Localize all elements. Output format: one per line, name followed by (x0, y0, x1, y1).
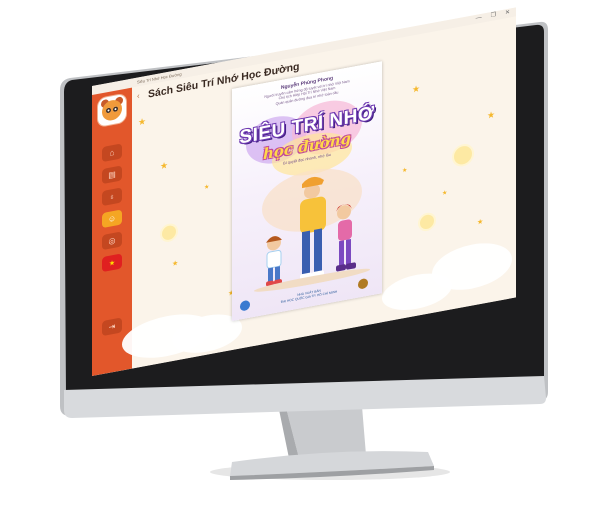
sidebar-item-books[interactable]: ▤ (102, 165, 122, 185)
star-icon: ★ (487, 109, 496, 121)
sidebar-item-home[interactable]: ⌂ (102, 143, 122, 163)
logout-button[interactable]: ⇥ (102, 317, 122, 337)
book-icon: ▤ (108, 169, 116, 180)
star-icon: ★ (477, 218, 484, 227)
sidebar: ⌂ ▤ ♁ ☺ ◎ ★ ⇥ (92, 87, 132, 376)
sidebar-item-profile[interactable]: ☺ (102, 209, 122, 229)
star-icon: ★ (204, 184, 210, 192)
coin-icon (420, 213, 434, 231)
publisher-logo-icon (240, 299, 250, 312)
back-icon[interactable]: ‹ (137, 91, 140, 100)
book-cover[interactable]: Nguyễn Phùng Phong Người truyền cảm hứng… (232, 61, 382, 322)
cloud-decoration (382, 268, 452, 316)
user-icon: ☺ (107, 213, 117, 225)
logout-icon: ⇥ (108, 321, 116, 332)
sidebar-item-chat[interactable]: ◎ (102, 231, 122, 251)
sidebar-item-language[interactable]: ★ (102, 253, 122, 273)
vietnam-flag-icon: ★ (108, 259, 116, 268)
coin-icon (454, 144, 472, 166)
sidebar-item-ideas[interactable]: ♁ (102, 187, 122, 207)
star-icon: ★ (402, 167, 408, 175)
chat-icon: ◎ (108, 235, 116, 246)
star-icon: ★ (442, 190, 448, 198)
lightbulb-icon: ♁ (109, 191, 115, 202)
star-icon: ★ (160, 159, 169, 172)
star-icon: ★ (172, 260, 179, 269)
monitor: Siêu Trí Nhớ Học Đường — ❐ ✕ ⌂ ▤ ♁ ☺ ◎ ★… (0, 0, 612, 506)
star-icon: ★ (138, 115, 147, 128)
star-icon: ★ (412, 83, 421, 95)
coin-icon (162, 224, 176, 242)
avatar[interactable] (98, 93, 126, 127)
home-icon: ⌂ (109, 147, 115, 158)
award-seal-icon (358, 277, 368, 290)
cover-illustration (254, 176, 370, 292)
